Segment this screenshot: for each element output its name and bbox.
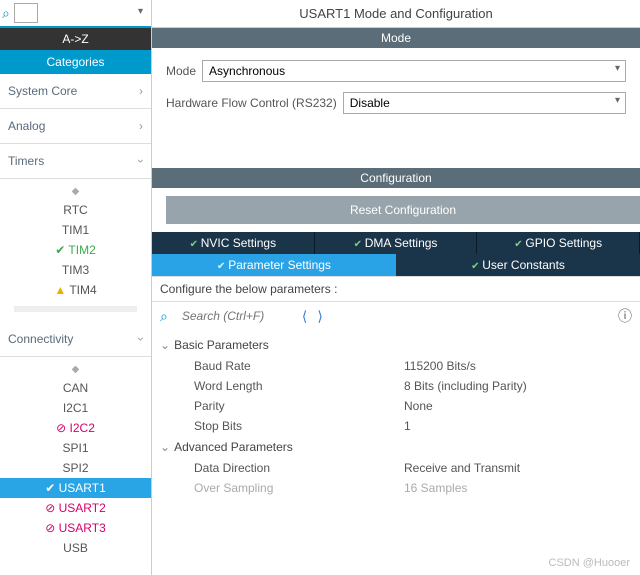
sidebar-search-row: ⌕ <box>0 0 151 28</box>
tab-nvic-settings[interactable]: NVIC Settings <box>152 232 315 254</box>
conn-item-selected[interactable]: USART1 <box>0 478 151 498</box>
mode-label: Mode <box>166 64 196 78</box>
cat-timers[interactable]: Timers › <box>0 144 151 179</box>
pin-icon: ◆ <box>0 183 151 200</box>
cat-label: Connectivity <box>8 332 73 346</box>
chevron-right-icon: › <box>139 84 143 98</box>
params-toolbar: ⌕ ⟨ ⟩ ⓘ <box>152 302 640 330</box>
hwflow-select[interactable] <box>343 92 626 114</box>
timer-item-warning[interactable]: ▲ TIM4 <box>0 280 151 300</box>
connectivity-list: ◆ CAN I2C1 I2C2 SPI1 SPI2 USART1 USART2 … <box>0 357 151 568</box>
group-advanced[interactable]: Advanced Parameters <box>160 436 632 458</box>
sidebar: ⌕ A->Z Categories System Core › Analog ›… <box>0 0 152 575</box>
mode-row: Mode <box>166 60 626 82</box>
param-row[interactable]: Data DirectionReceive and Transmit <box>160 458 632 478</box>
param-row-readonly: Over Sampling16 Samples <box>160 478 632 498</box>
conn-item[interactable]: CAN <box>0 378 151 398</box>
hwflow-row: Hardware Flow Control (RS232) <box>166 92 626 114</box>
conn-item-disabled[interactable]: I2C2 <box>0 418 151 438</box>
param-row[interactable]: Word Length8 Bits (including Parity) <box>160 376 632 396</box>
search-icon: ⌕ <box>2 5 10 22</box>
cat-system-core[interactable]: System Core › <box>0 74 151 109</box>
cat-label: Timers <box>8 154 44 168</box>
config-tabs-row1: NVIC Settings DMA Settings GPIO Settings <box>152 232 640 254</box>
params-area: Basic Parameters Baud Rate115200 Bits/s … <box>152 330 640 502</box>
sidebar-search-input[interactable] <box>14 3 38 23</box>
chevron-down-icon: › <box>134 337 148 341</box>
conn-item[interactable]: USB <box>0 538 151 558</box>
search-icon: ⌕ <box>160 308 168 325</box>
param-row[interactable]: Stop Bits1 <box>160 416 632 436</box>
reset-config-button[interactable]: Reset Configuration <box>166 196 640 224</box>
panel-title: USART1 Mode and Configuration <box>152 0 640 28</box>
param-row[interactable]: Baud Rate115200 Bits/s <box>160 356 632 376</box>
timer-item[interactable]: RTC <box>0 200 151 220</box>
sidebar-search-wrap <box>14 3 149 23</box>
timers-progress <box>14 306 137 312</box>
mode-band: Mode <box>152 28 640 48</box>
next-icon[interactable]: ⟩ <box>317 308 322 325</box>
timer-item[interactable]: TIM1 <box>0 220 151 240</box>
cat-label: System Core <box>8 84 77 98</box>
tab-dma-settings[interactable]: DMA Settings <box>315 232 478 254</box>
conn-item-disabled[interactable]: USART2 <box>0 498 151 518</box>
timer-item[interactable]: TIM3 <box>0 260 151 280</box>
conn-item[interactable]: SPI1 <box>0 438 151 458</box>
tab-parameter-settings[interactable]: Parameter Settings <box>152 254 396 276</box>
params-search-input[interactable] <box>182 309 292 323</box>
tab-user-constants[interactable]: User Constants <box>396 254 640 276</box>
hwflow-label: Hardware Flow Control (RS232) <box>166 96 337 110</box>
conn-item[interactable]: SPI2 <box>0 458 151 478</box>
timers-list: ◆ RTC TIM1 ✔ TIM2 TIM3 ▲ TIM4 <box>0 179 151 322</box>
sort-categories-tab[interactable]: Categories <box>0 50 151 74</box>
chevron-right-icon: › <box>139 119 143 133</box>
sort-alpha-tab[interactable]: A->Z <box>0 28 151 50</box>
params-hint: Configure the below parameters : <box>152 276 640 302</box>
group-basic[interactable]: Basic Parameters <box>160 334 632 356</box>
conn-item[interactable]: I2C1 <box>0 398 151 418</box>
prev-icon[interactable]: ⟨ <box>302 308 307 325</box>
config-tabs-row2: Parameter Settings User Constants <box>152 254 640 276</box>
cat-analog[interactable]: Analog › <box>0 109 151 144</box>
tab-gpio-settings[interactable]: GPIO Settings <box>477 232 640 254</box>
timer-item-enabled[interactable]: ✔ TIM2 <box>0 240 151 260</box>
cat-label: Analog <box>8 119 45 133</box>
conn-item-disabled[interactable]: USART3 <box>0 518 151 538</box>
watermark: CSDN @Huooer <box>549 557 630 569</box>
mode-body: Mode Hardware Flow Control (RS232) <box>152 48 640 142</box>
pin-icon: ◆ <box>0 361 151 378</box>
info-icon[interactable]: ⓘ <box>618 306 632 326</box>
cat-connectivity[interactable]: Connectivity › <box>0 322 151 357</box>
config-band: Configuration <box>152 168 640 188</box>
mode-select[interactable] <box>202 60 626 82</box>
chevron-down-icon: › <box>134 159 148 163</box>
param-row[interactable]: ParityNone <box>160 396 632 416</box>
main-panel: USART1 Mode and Configuration Mode Mode … <box>152 0 640 575</box>
